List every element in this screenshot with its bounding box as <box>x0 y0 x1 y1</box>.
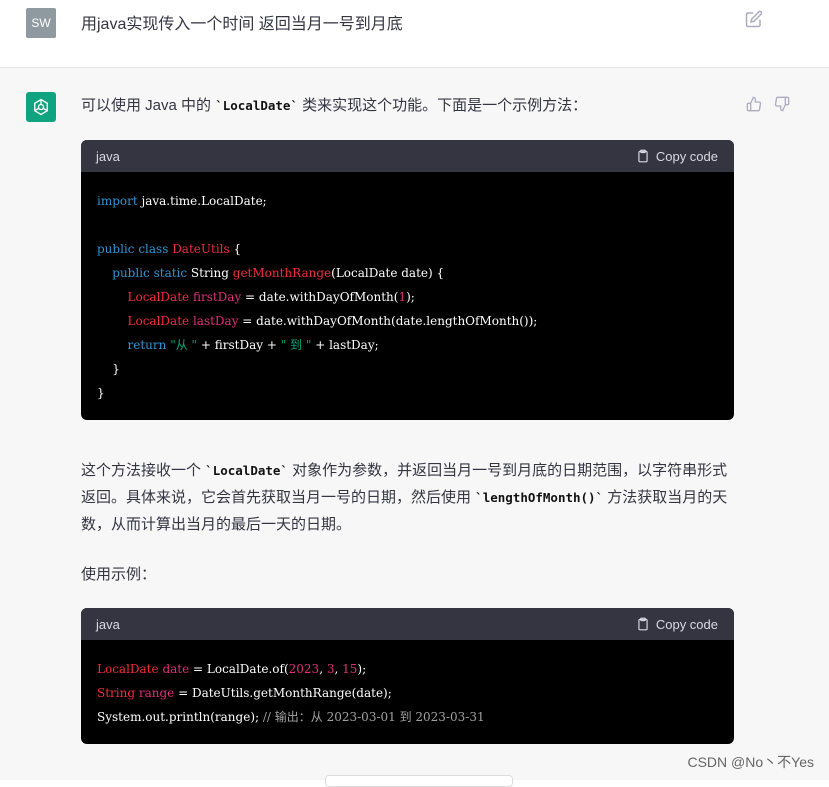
code-block: java Copy code LocalDate date = LocalDat… <box>81 608 734 744</box>
openai-logo-icon <box>34 98 48 116</box>
code-block-header: java Copy code <box>81 608 734 640</box>
assistant-avatar <box>26 92 56 122</box>
thumbs-down-icon[interactable] <box>774 96 790 112</box>
inline-code: `lengthOfMonth()` <box>475 490 604 505</box>
user-avatar: SW <box>26 8 56 38</box>
watermark: CSDN @No丶不Yes <box>687 754 814 770</box>
copy-code-label: Copy code <box>655 148 718 164</box>
code-language-label: java <box>96 617 120 632</box>
code-block: java Copy code import java.time.LocalDat… <box>81 140 734 420</box>
clipboard-icon <box>638 149 648 163</box>
clipboard-icon <box>638 617 648 631</box>
copy-code-label: Copy code <box>655 616 718 632</box>
user-message-row: SW 用java实现传入一个时间 返回当月一号到月底 <box>0 0 829 68</box>
copy-code-button[interactable]: Copy code <box>636 616 718 632</box>
code-language-label: java <box>96 149 120 164</box>
code-body: import java.time.LocalDate; public class… <box>97 194 538 400</box>
inline-code: `LocalDate` <box>215 98 298 113</box>
thumbs-up-icon[interactable] <box>746 96 762 112</box>
user-message-text: 用java实现传入一个时间 返回当月一号到月底 <box>81 16 403 33</box>
code-block-header: java Copy code <box>81 140 734 172</box>
explanation-paragraph: 这个方法接收一个 `LocalDate` 对象作为参数，并返回当月一号到月底的日… <box>81 462 728 533</box>
usage-label: 使用示例： <box>81 566 157 583</box>
assistant-message-row: 可以使用 Java 中的 `LocalDate` 类来实现这个功能。下面是一个示… <box>0 68 829 780</box>
code-body: LocalDate date = LocalDate.of(2023, 3, 1… <box>97 662 485 724</box>
edit-icon[interactable] <box>745 10 763 28</box>
intro-paragraph: 可以使用 Java 中的 `LocalDate` 类来实现这个功能。下面是一个示… <box>81 97 588 114</box>
regenerate-button-edge[interactable] <box>325 775 513 787</box>
copy-code-button[interactable]: Copy code <box>636 148 718 164</box>
inline-code: `LocalDate` <box>205 463 288 478</box>
